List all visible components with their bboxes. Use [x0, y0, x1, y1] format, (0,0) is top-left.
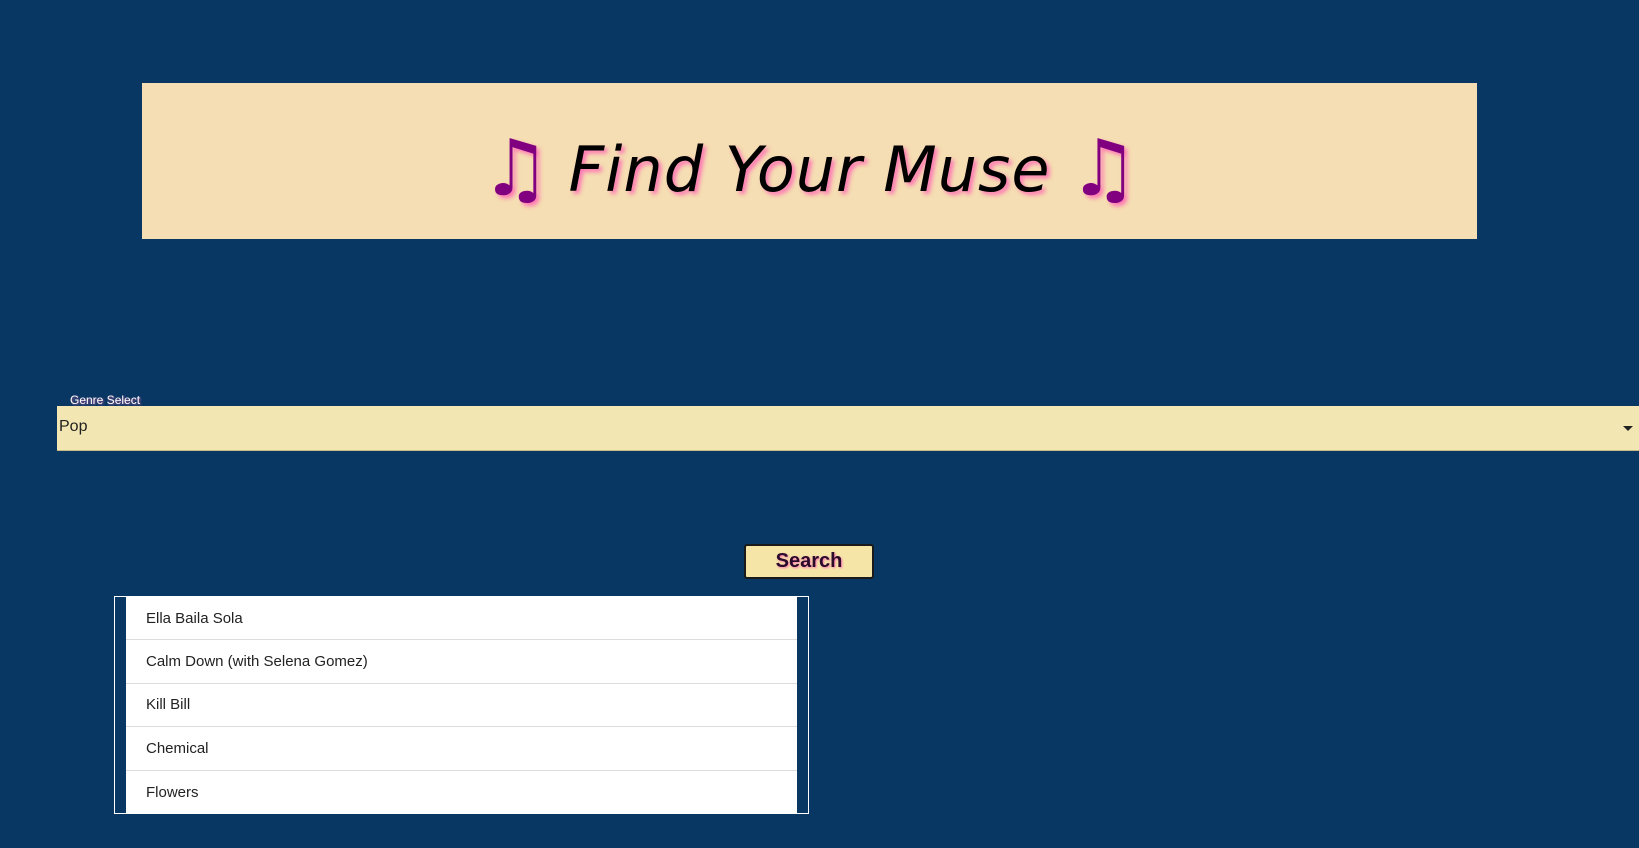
music-note-icon: ♫ — [480, 124, 551, 214]
header-banner: ♫ Find Your Muse ♫ — [142, 83, 1477, 239]
page-title: Find Your Muse — [568, 132, 1051, 206]
list-item[interactable]: Calm Down (with Selena Gomez) — [126, 640, 797, 684]
results-list: Ella Baila Sola Calm Down (with Selena G… — [114, 596, 809, 814]
results-list-body: Ella Baila Sola Calm Down (with Selena G… — [126, 597, 797, 813]
search-button[interactable]: Search — [744, 544, 874, 579]
genre-select[interactable]: Pop — [57, 406, 1639, 451]
genre-select-label: Genre Select — [70, 393, 141, 407]
list-item[interactable]: Kill Bill — [126, 684, 797, 728]
list-item[interactable]: Ella Baila Sola — [126, 597, 797, 641]
music-note-icon: ♫ — [1068, 124, 1139, 214]
genre-select-value: Pop — [59, 418, 88, 435]
list-item[interactable]: Flowers — [126, 771, 797, 814]
chevron-down-icon[interactable] — [1623, 426, 1633, 431]
banner-content: ♫ Find Your Muse ♫ — [481, 130, 1139, 208]
list-item[interactable]: Chemical — [126, 727, 797, 771]
